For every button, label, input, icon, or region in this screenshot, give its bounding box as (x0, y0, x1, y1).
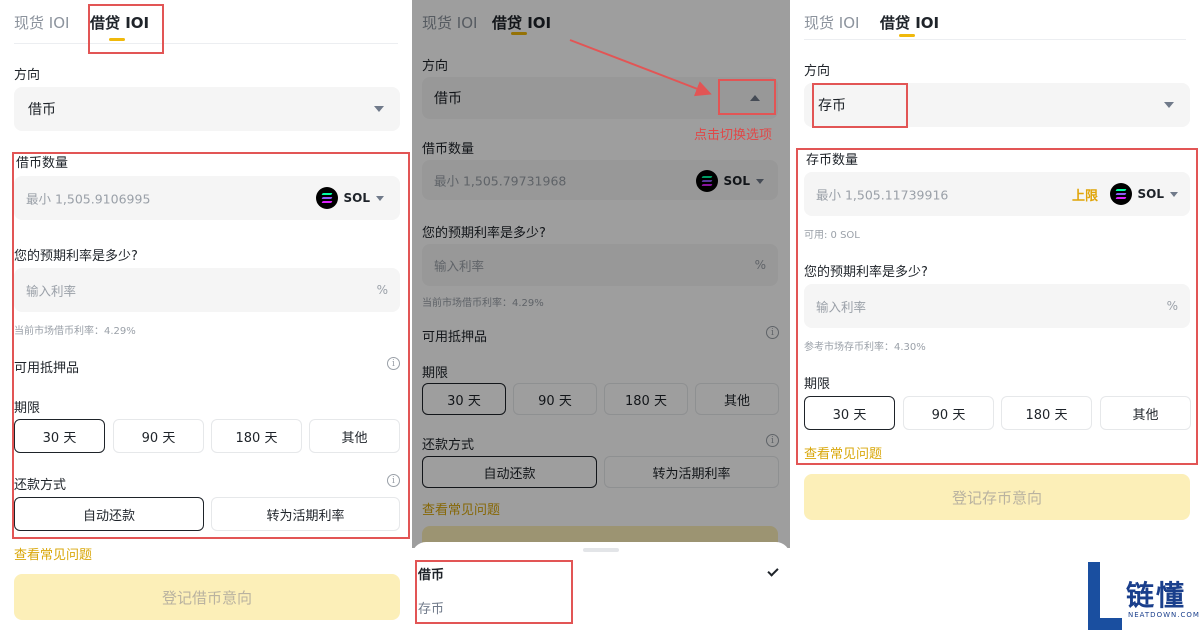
panel-deposit: 现货 IOI 借贷 IOI 方向 存币 存币数量 最小 1,505.117399… (790, 0, 1200, 632)
direction-value: 借币 (28, 102, 56, 118)
rate-input[interactable]: 输入利率 % (14, 268, 400, 312)
info-icon[interactable]: i (387, 357, 400, 370)
collateral-label: 可用抵押品 (14, 361, 80, 376)
term-label: 期限 (14, 401, 41, 416)
direction-value: 存币 (818, 98, 846, 114)
amount-placeholder: 最小 1,505.11739916 (816, 187, 949, 203)
rate-question: 您的预期利率是多少? (804, 265, 928, 280)
tab-spot-ioi[interactable]: 现货 IOI (14, 12, 69, 33)
market-rate-hint: 参考市场存币利率：4.30% (804, 342, 926, 353)
check-icon (767, 565, 779, 577)
sheet-option-deposit[interactable]: 存币 (418, 598, 444, 617)
max-button[interactable]: 上限 (1072, 185, 1098, 204)
direction-select[interactable]: 存币 (804, 83, 1190, 127)
tab-active-indicator (109, 38, 125, 41)
term-30-button[interactable]: 30 天 (14, 419, 105, 453)
panel-borrow: 现货 IOI 借贷 IOI 方向 借币 借币数量 最小 1,505.910699… (0, 0, 412, 632)
sol-icon (1109, 183, 1132, 205)
tab-loan-ioi[interactable]: 借贷 IOI (90, 12, 149, 33)
term-30-button[interactable]: 30 天 (804, 396, 895, 430)
submit-borrow-button[interactable]: 登记借币意向 (14, 574, 400, 620)
watermark-logo: 链懂 NEATDOWN.COM (1088, 562, 1200, 632)
annotation-text: 点击切换选项 (694, 128, 773, 143)
tab-loan-ioi[interactable]: 借贷 IOI (880, 12, 939, 33)
rate-unit: % (376, 283, 388, 297)
faq-link[interactable]: 查看常见问题 (804, 443, 882, 462)
repay-auto-button[interactable]: 自动还款 (14, 497, 204, 531)
rate-question: 您的预期利率是多少? (14, 249, 138, 264)
term-90-button[interactable]: 90 天 (903, 396, 994, 430)
amount-input[interactable]: 最小 1,505.11739916 上限 SOL (804, 172, 1190, 216)
term-other-button[interactable]: 其他 (309, 419, 400, 453)
direction-sheet: 借币 存币 (412, 542, 790, 632)
amount-input[interactable]: 最小 1,505.9106995 SOL (14, 176, 400, 220)
rate-unit: % (1166, 299, 1178, 313)
available-balance: 可用: 0 SOL (804, 230, 860, 241)
submit-deposit-button[interactable]: 登记存币意向 (804, 474, 1190, 520)
rate-input[interactable]: 输入利率 % (804, 284, 1190, 328)
tab-bar: 现货 IOI 借贷 IOI (804, 0, 1186, 40)
watermark-text: 链懂 (1126, 579, 1187, 612)
sheet-option-borrow[interactable]: 借币 (418, 564, 444, 583)
term-90-button[interactable]: 90 天 (113, 419, 204, 453)
term-180-button[interactable]: 180 天 (1001, 396, 1092, 430)
direction-label: 方向 (804, 64, 831, 79)
amount-label: 借币数量 (16, 156, 69, 171)
repay-label: 还款方式 (14, 478, 67, 493)
term-other-button[interactable]: 其他 (1100, 396, 1191, 430)
amount-label: 存币数量 (806, 153, 859, 168)
coin-selector[interactable]: SOL (315, 187, 384, 209)
info-icon[interactable]: i (387, 474, 400, 487)
annotation-arrow (569, 39, 712, 97)
faq-link[interactable]: 查看常见问题 (14, 544, 92, 563)
tab-bar: 现货 IOI 借贷 IOI (14, 0, 398, 44)
coin-label: SOL (1137, 187, 1165, 201)
direction-label: 方向 (14, 68, 41, 83)
chevron-down-icon (1164, 102, 1174, 108)
repay-flexible-button[interactable]: 转为活期利率 (211, 497, 400, 531)
rate-placeholder: 输入利率 (26, 283, 77, 299)
coin-selector[interactable]: SOL (1109, 183, 1178, 205)
coin-label: SOL (343, 191, 371, 205)
chevron-down-icon (374, 106, 384, 112)
direction-select[interactable]: 借币 (14, 87, 400, 131)
panel-switch-demo: 现货 IOI 借贷 IOI 方向 借币 借币数量 最小 1,505.797319… (412, 0, 790, 632)
rate-placeholder: 输入利率 (816, 299, 867, 315)
tab-spot-ioi[interactable]: 现货 IOI (804, 12, 859, 33)
term-label: 期限 (804, 377, 831, 392)
sheet-handle[interactable] (583, 548, 619, 552)
sol-icon (315, 187, 338, 209)
chevron-down-icon (1170, 191, 1178, 197)
amount-placeholder: 最小 1,505.9106995 (26, 191, 151, 207)
term-180-button[interactable]: 180 天 (211, 419, 302, 453)
watermark-url: NEATDOWN.COM (1128, 611, 1200, 619)
chevron-down-icon (376, 195, 384, 201)
tab-active-indicator (899, 34, 915, 37)
market-rate-hint: 当前市场借币利率：4.29% (14, 326, 136, 337)
